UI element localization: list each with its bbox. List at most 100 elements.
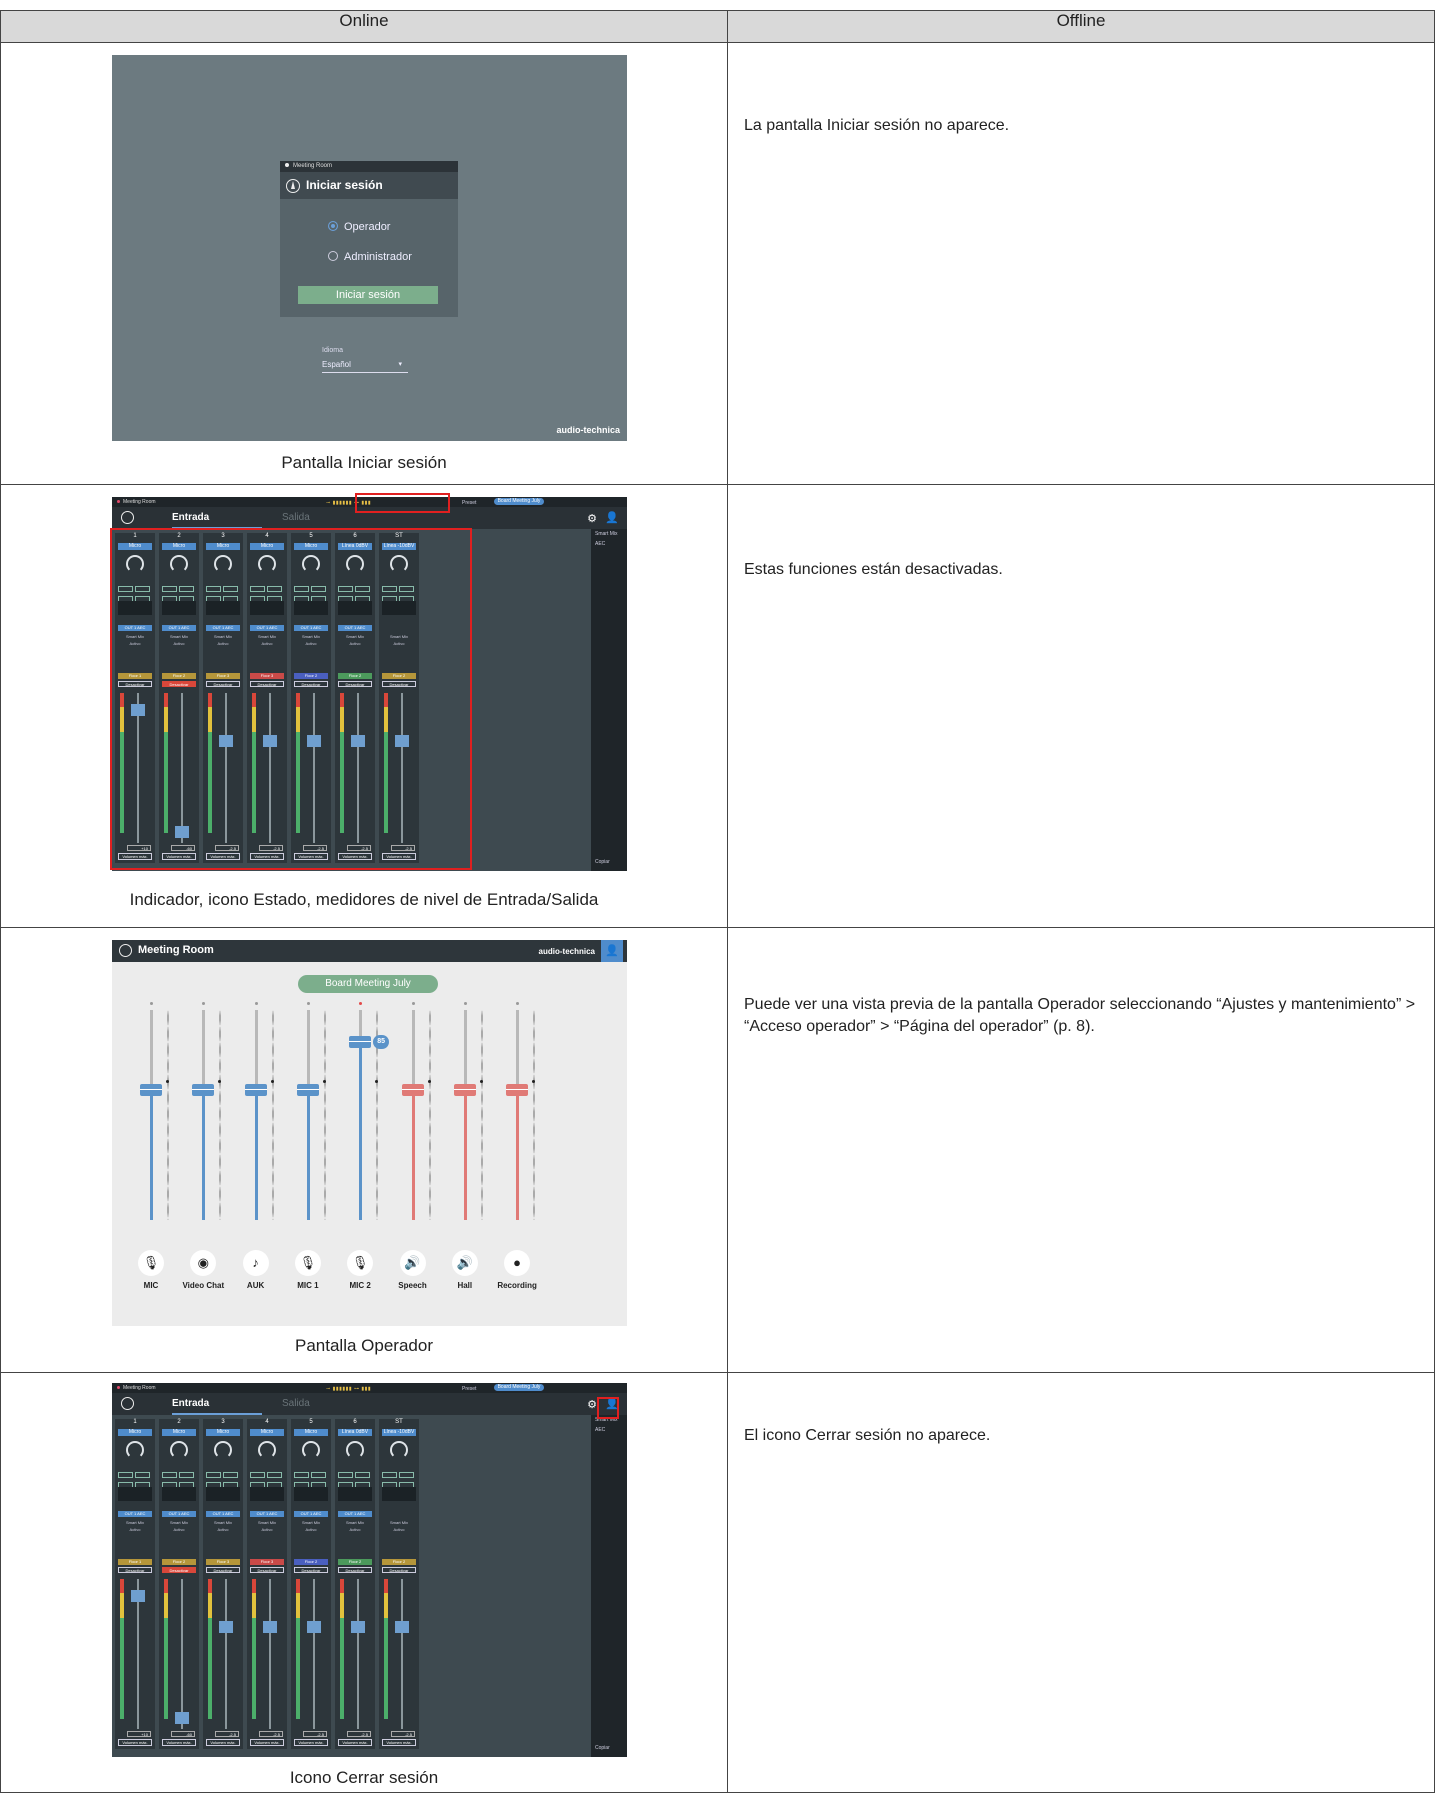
fader-handle[interactable]	[401, 1083, 424, 1096]
eq-curve[interactable]	[294, 1487, 328, 1501]
input-source-select[interactable]: Línea -10dBV	[382, 1429, 416, 1436]
max-volume-button[interactable]: Volumen máx.	[162, 1739, 196, 1746]
fader-handle[interactable]	[296, 1083, 319, 1096]
smart-mix-label: Smart Mix	[302, 1520, 320, 1525]
fader-handle[interactable]	[263, 1621, 277, 1633]
comparison-table: Online Offline Meeting Room Iniciar sesi…	[0, 10, 1435, 1793]
tab-input[interactable]: Entrada	[172, 1398, 209, 1409]
mute-button[interactable]: Desactivar	[206, 1567, 240, 1573]
channel-icon[interactable]: 🔊	[451, 1250, 478, 1276]
eq-curve[interactable]	[382, 1487, 416, 1501]
level-meter	[208, 1579, 212, 1719]
side-smart-mix[interactable]: Smart Mix	[591, 529, 627, 539]
aec-assign[interactable]: OUT 1 AEC	[250, 1511, 284, 1517]
input-source-select[interactable]: Micro	[162, 1429, 196, 1436]
channel-icon[interactable]: ◉	[190, 1250, 217, 1276]
channel-icon[interactable]: ●	[504, 1250, 531, 1276]
preset-pill[interactable]: Board Meeting July	[298, 975, 438, 993]
gain-knob[interactable]	[390, 1441, 408, 1459]
gear-icon[interactable]: ⚙	[587, 1398, 597, 1411]
fader-track	[401, 1579, 403, 1729]
channel-icon[interactable]: ♪	[242, 1250, 269, 1276]
max-volume-button[interactable]: Volumen máx.	[118, 1739, 152, 1746]
tab-input[interactable]: Entrada	[172, 512, 209, 523]
role-operator-radio[interactable]: Operador	[328, 221, 390, 233]
user-icon[interactable]: 👤	[601, 940, 623, 962]
gain-knob[interactable]	[346, 1441, 364, 1459]
side-aec[interactable]: AEC	[591, 1425, 627, 1435]
header-offline: Offline	[727, 10, 1435, 43]
fader-handle[interactable]	[244, 1083, 267, 1096]
mute-button[interactable]: Desactivar	[118, 1567, 152, 1573]
gear-icon[interactable]: ⚙	[587, 512, 597, 525]
max-volume-button[interactable]: Volumen máx.	[294, 1739, 328, 1746]
fader-handle[interactable]	[506, 1083, 529, 1096]
logout-icon[interactable]: 👤	[605, 511, 619, 524]
copy-button[interactable]: Copiar	[591, 1743, 614, 1753]
eq-curve[interactable]	[206, 1487, 240, 1501]
fader-handle[interactable]	[131, 1590, 145, 1603]
max-volume-button[interactable]: Volumen máx.	[206, 1739, 240, 1746]
smart-mix-status: Smart Mix Activo	[250, 1519, 284, 1533]
aec-assign[interactable]: OUT 1 AEC	[294, 1511, 328, 1517]
tab-output[interactable]: Salida	[282, 1398, 310, 1409]
fader-handle[interactable]	[395, 1621, 409, 1633]
language-select[interactable]: Español ▾	[322, 360, 408, 373]
online-cell: Meeting Room ⊸ ▮▮▮▮▮▮ ⊶ ▮▮▮ Preset Board Me…	[0, 484, 728, 928]
fader-handle[interactable]	[349, 1035, 372, 1048]
mute-button[interactable]: Desactivar	[338, 1567, 372, 1573]
aec-assign[interactable]: OUT 1 AEC	[206, 1511, 240, 1517]
gain-knob[interactable]	[170, 1441, 188, 1459]
aec-assign[interactable]: OUT 1 AEC	[338, 1511, 372, 1517]
max-volume-button[interactable]: Volumen máx.	[250, 1739, 284, 1746]
eq-curve[interactable]	[338, 1487, 372, 1501]
eq-curve[interactable]	[162, 1487, 196, 1501]
max-volume-button[interactable]: Volumen máx.	[382, 1739, 416, 1746]
channel-icon[interactable]: 🎙	[294, 1250, 321, 1276]
gain-knob[interactable]	[258, 1441, 276, 1459]
aec-assign[interactable]: OUT 1 AEC	[118, 1511, 152, 1517]
fader-handle[interactable]	[192, 1083, 215, 1096]
unity-mark	[427, 1079, 431, 1083]
input-source-select[interactable]: Micro	[250, 1429, 284, 1436]
unity-mark	[270, 1079, 274, 1083]
scale-dots	[480, 1010, 483, 1220]
role-admin-radio[interactable]: Administrador	[328, 251, 412, 263]
eq-curve[interactable]	[118, 1487, 152, 1501]
highlight-indicator-box	[355, 493, 450, 513]
copy-button[interactable]: Copiar	[591, 857, 614, 867]
brand-logo-icon	[121, 1397, 134, 1410]
preset-selector[interactable]: Board Meeting July	[494, 1384, 544, 1391]
gain-knob[interactable]	[126, 1441, 144, 1459]
side-aec[interactable]: AEC	[591, 539, 627, 549]
mute-button[interactable]: Desactivar	[382, 1567, 416, 1573]
smart-mix-label: Smart Mix	[346, 1520, 364, 1525]
caption-logout: Icono Cerrar sesión	[289, 1768, 439, 1787]
fader-handle[interactable]	[351, 1621, 365, 1633]
fader-handle[interactable]	[453, 1083, 476, 1096]
input-source-select[interactable]: Micro	[206, 1429, 240, 1436]
preset-selector[interactable]: Board Meeting July	[494, 498, 544, 505]
tab-output[interactable]: Salida	[282, 512, 310, 523]
channel-icon[interactable]: 🔊	[399, 1250, 426, 1276]
gain-knob[interactable]	[214, 1441, 232, 1459]
smart-mix-active: Activo	[393, 1527, 405, 1532]
max-volume-button[interactable]: Volumen máx.	[338, 1739, 372, 1746]
login-button[interactable]: Iniciar sesión	[298, 286, 438, 304]
button-row	[294, 1475, 328, 1488]
channel-icon[interactable]: 🎙	[347, 1250, 374, 1276]
mute-button[interactable]: Desactivar	[162, 1567, 196, 1573]
fader-handle[interactable]	[219, 1621, 233, 1633]
fader-handle[interactable]	[140, 1083, 162, 1096]
gain-knob[interactable]	[302, 1441, 320, 1459]
mute-button[interactable]: Desactivar	[294, 1567, 328, 1573]
fader-handle[interactable]	[307, 1621, 321, 1633]
input-source-select[interactable]: Micro	[294, 1429, 328, 1436]
mute-button[interactable]: Desactivar	[250, 1567, 284, 1573]
input-source-select[interactable]: Línea 0dBV	[338, 1429, 372, 1436]
fader-handle[interactable]	[175, 1712, 189, 1724]
input-source-select[interactable]: Micro	[118, 1429, 152, 1436]
channel-icon[interactable]: 🎙	[138, 1250, 164, 1276]
aec-assign[interactable]: OUT 1 AEC	[162, 1511, 196, 1517]
eq-curve[interactable]	[250, 1487, 284, 1501]
